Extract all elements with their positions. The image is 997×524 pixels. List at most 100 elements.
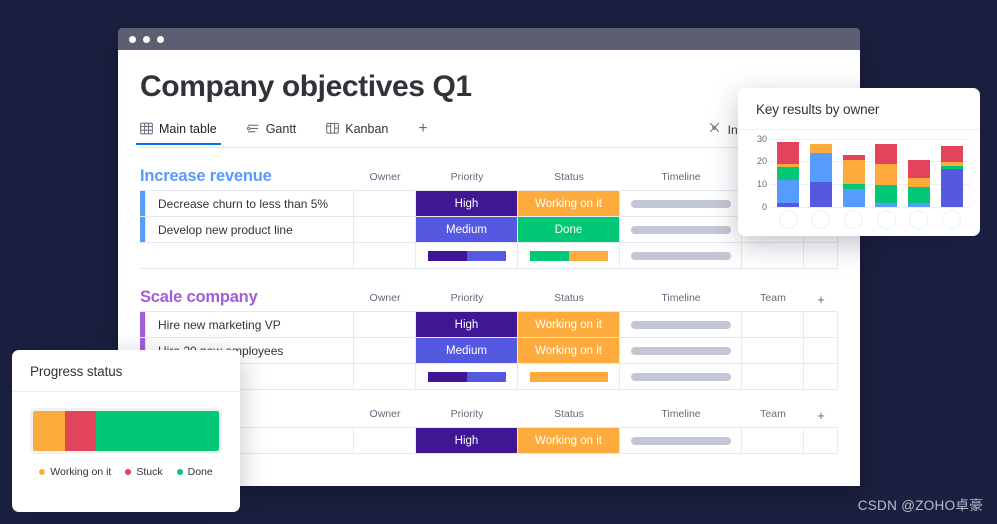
priority-segment bbox=[427, 371, 467, 382]
row-timeline[interactable] bbox=[620, 191, 742, 216]
add-view-button[interactable]: + bbox=[418, 120, 427, 146]
row-status[interactable]: Working on it bbox=[518, 338, 620, 363]
avatar bbox=[380, 366, 401, 387]
progress-body: Working on it Stuck Done bbox=[12, 392, 240, 488]
legend-swatch bbox=[176, 469, 183, 475]
row-timeline[interactable] bbox=[620, 312, 742, 337]
column-header-timeline[interactable]: Timeline bbox=[620, 292, 742, 307]
summary-owners bbox=[354, 243, 416, 268]
summary-timeline bbox=[620, 364, 742, 389]
column-header-status[interactable]: Status bbox=[518, 292, 620, 307]
avatar bbox=[380, 245, 401, 266]
row-name[interactable]: Decrease churn to less than 5% bbox=[145, 191, 354, 216]
row-priority[interactable]: Medium bbox=[416, 217, 518, 242]
column-header-team[interactable]: Team bbox=[742, 292, 804, 307]
column-header-team[interactable]: Team bbox=[742, 408, 804, 423]
timeline-track bbox=[630, 320, 731, 329]
status-distribution bbox=[529, 371, 608, 382]
table-row[interactable]: Hire 20 new employees Medium Working on … bbox=[140, 337, 838, 364]
row-status[interactable]: Working on it bbox=[518, 312, 620, 337]
column-header-priority[interactable]: Priority bbox=[416, 292, 518, 307]
avatar bbox=[762, 430, 783, 451]
chart-bar[interactable] bbox=[842, 155, 865, 207]
row-timeline[interactable] bbox=[620, 338, 742, 363]
bar-segment-dark-blue bbox=[809, 182, 832, 207]
chart-bar[interactable] bbox=[777, 142, 800, 207]
row-owner[interactable] bbox=[354, 312, 416, 337]
avatar bbox=[762, 340, 783, 361]
column-header-priority[interactable]: Priority bbox=[416, 408, 518, 423]
window-dot-close[interactable] bbox=[129, 35, 136, 43]
column-header-owner[interactable]: Owner bbox=[354, 408, 416, 423]
window-dot-maximize[interactable] bbox=[157, 35, 164, 43]
row-timeline[interactable] bbox=[620, 428, 742, 453]
legend-item-working-on-it: Working on it bbox=[39, 466, 111, 478]
tab-main-table[interactable]: Main table bbox=[136, 122, 221, 145]
chart-bar[interactable] bbox=[875, 144, 898, 207]
row-status[interactable]: Working on it bbox=[518, 191, 620, 216]
column-header-priority[interactable]: Priority bbox=[416, 171, 518, 186]
row-timeline[interactable] bbox=[620, 217, 742, 242]
x-tick-avatar bbox=[943, 211, 961, 228]
row-owner[interactable] bbox=[354, 191, 416, 216]
row-team[interactable] bbox=[742, 338, 804, 363]
tab-gantt[interactable]: Gantt bbox=[246, 122, 296, 144]
column-header-timeline[interactable]: Timeline bbox=[620, 171, 742, 186]
x-tick-avatar bbox=[910, 211, 928, 228]
row-extra bbox=[804, 338, 838, 363]
window-titlebar bbox=[118, 28, 860, 50]
row-status[interactable]: Done bbox=[518, 217, 620, 242]
summary-status bbox=[518, 364, 620, 389]
row-owner[interactable] bbox=[354, 428, 416, 453]
row-status[interactable]: Working on it bbox=[518, 428, 620, 453]
column-header-timeline[interactable]: Timeline bbox=[620, 408, 742, 423]
page-title: Company objectives Q1 bbox=[140, 70, 472, 103]
row-owner[interactable] bbox=[354, 338, 416, 363]
table-row[interactable]: Hire new marketing VP High Working on it bbox=[140, 311, 838, 338]
table-row[interactable]: d 24/7 support High Working on it bbox=[140, 427, 838, 454]
row-priority[interactable]: High bbox=[416, 312, 518, 337]
column-headers: Owner Priority Status Timeline Team + bbox=[354, 408, 838, 423]
priority-segment bbox=[466, 250, 506, 261]
summary-owners bbox=[354, 364, 416, 389]
avatar bbox=[374, 193, 395, 214]
table-row[interactable]: Develop new product line Medium Done bbox=[140, 216, 838, 243]
summary-extra bbox=[804, 364, 838, 389]
priority-segment bbox=[466, 371, 506, 382]
progress-resize-handle[interactable] bbox=[219, 424, 222, 454]
progress-stacked-bar[interactable] bbox=[30, 408, 222, 454]
row-priority[interactable]: High bbox=[416, 428, 518, 453]
column-header-status[interactable]: Status bbox=[518, 408, 620, 423]
group-title[interactable]: Increase revenue bbox=[140, 167, 272, 186]
group-increase-revenue: Increase revenue Owner Priority Status T… bbox=[140, 162, 838, 269]
bar-segment-red bbox=[907, 159, 930, 178]
column-header-owner[interactable]: Owner bbox=[354, 292, 416, 307]
row-team[interactable] bbox=[742, 312, 804, 337]
tab-kanban[interactable]: Kanban bbox=[326, 122, 388, 144]
add-column-button[interactable]: + bbox=[804, 408, 838, 423]
row-team[interactable] bbox=[742, 428, 804, 453]
table-row[interactable]: Decrease churn to less than 5% High Work… bbox=[140, 190, 838, 217]
integrate-icon bbox=[708, 121, 721, 139]
add-column-button[interactable]: + bbox=[804, 292, 838, 307]
gridline bbox=[770, 207, 970, 208]
row-priority[interactable]: Medium bbox=[416, 338, 518, 363]
row-priority[interactable]: High bbox=[416, 191, 518, 216]
row-name[interactable]: Hire new marketing VP bbox=[145, 312, 354, 337]
timeline-track bbox=[630, 346, 731, 355]
chart-bar[interactable] bbox=[907, 159, 930, 207]
key-results-chart-card: Key results by owner 30 20 10 0 bbox=[738, 88, 980, 236]
summary-team bbox=[742, 364, 804, 389]
priority-distribution bbox=[427, 250, 506, 261]
row-owner[interactable] bbox=[354, 217, 416, 242]
chart-bar[interactable] bbox=[940, 146, 963, 207]
row-name[interactable]: Develop new product line bbox=[145, 217, 354, 242]
group-title[interactable]: Scale company bbox=[140, 288, 258, 307]
column-header-status[interactable]: Status bbox=[518, 171, 620, 186]
chart-bar[interactable] bbox=[809, 143, 832, 207]
gantt-icon bbox=[246, 122, 260, 135]
column-header-owner[interactable]: Owner bbox=[354, 171, 416, 186]
window-dot-minimize[interactable] bbox=[143, 35, 150, 43]
timeline-track bbox=[630, 436, 731, 445]
summary-status bbox=[518, 243, 620, 268]
